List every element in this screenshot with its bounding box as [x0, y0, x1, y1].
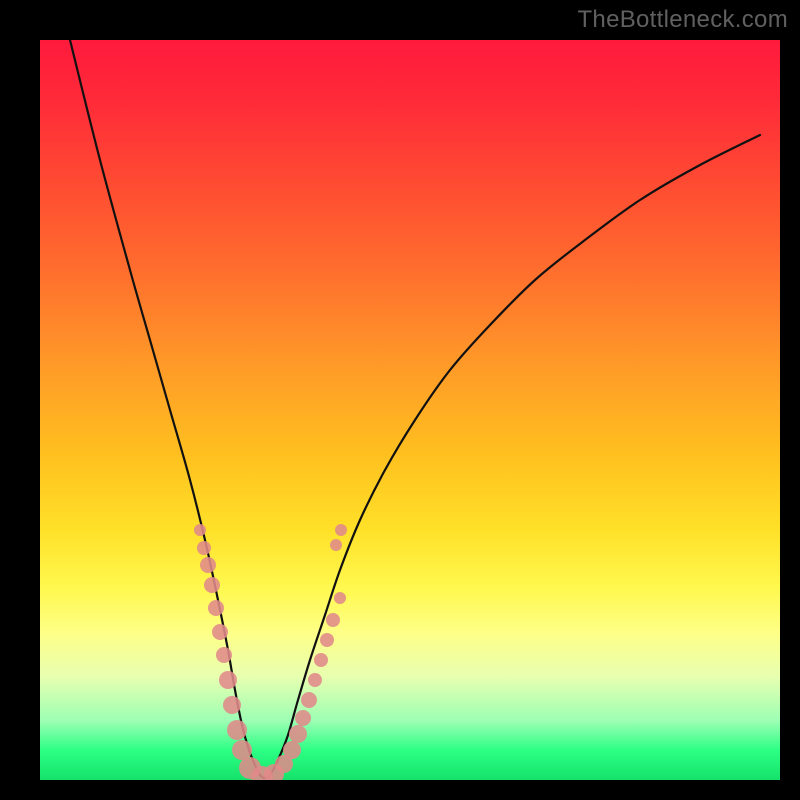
overlay-dot: [204, 577, 220, 593]
overlay-dot: [320, 633, 334, 647]
overlay-dot: [283, 741, 301, 759]
plot-area: [40, 40, 780, 780]
overlay-dot: [314, 653, 328, 667]
overlay-dot: [289, 725, 307, 743]
chart-stage: TheBottleneck.com: [0, 0, 800, 800]
overlay-dot: [232, 740, 252, 760]
overlay-dot: [308, 673, 322, 687]
overlay-dot: [330, 539, 342, 551]
overlay-dot: [200, 557, 216, 573]
overlay-dot: [208, 600, 224, 616]
overlay-dot: [295, 710, 311, 726]
overlay-dot: [194, 524, 206, 536]
overlay-dot: [227, 720, 247, 740]
overlay-dot: [301, 692, 317, 708]
overlay-dot: [334, 592, 346, 604]
overlay-dot: [216, 647, 232, 663]
overlay-dot: [223, 696, 241, 714]
watermark-text: TheBottleneck.com: [577, 6, 788, 34]
overlay-dot: [197, 541, 211, 555]
overlay-dot: [219, 671, 237, 689]
bottleneck-curve: [70, 40, 760, 778]
overlay-dots-group: [194, 524, 347, 780]
overlay-dot: [335, 524, 347, 536]
curve-svg: [40, 40, 780, 780]
overlay-dot: [212, 624, 228, 640]
overlay-dot: [326, 613, 340, 627]
